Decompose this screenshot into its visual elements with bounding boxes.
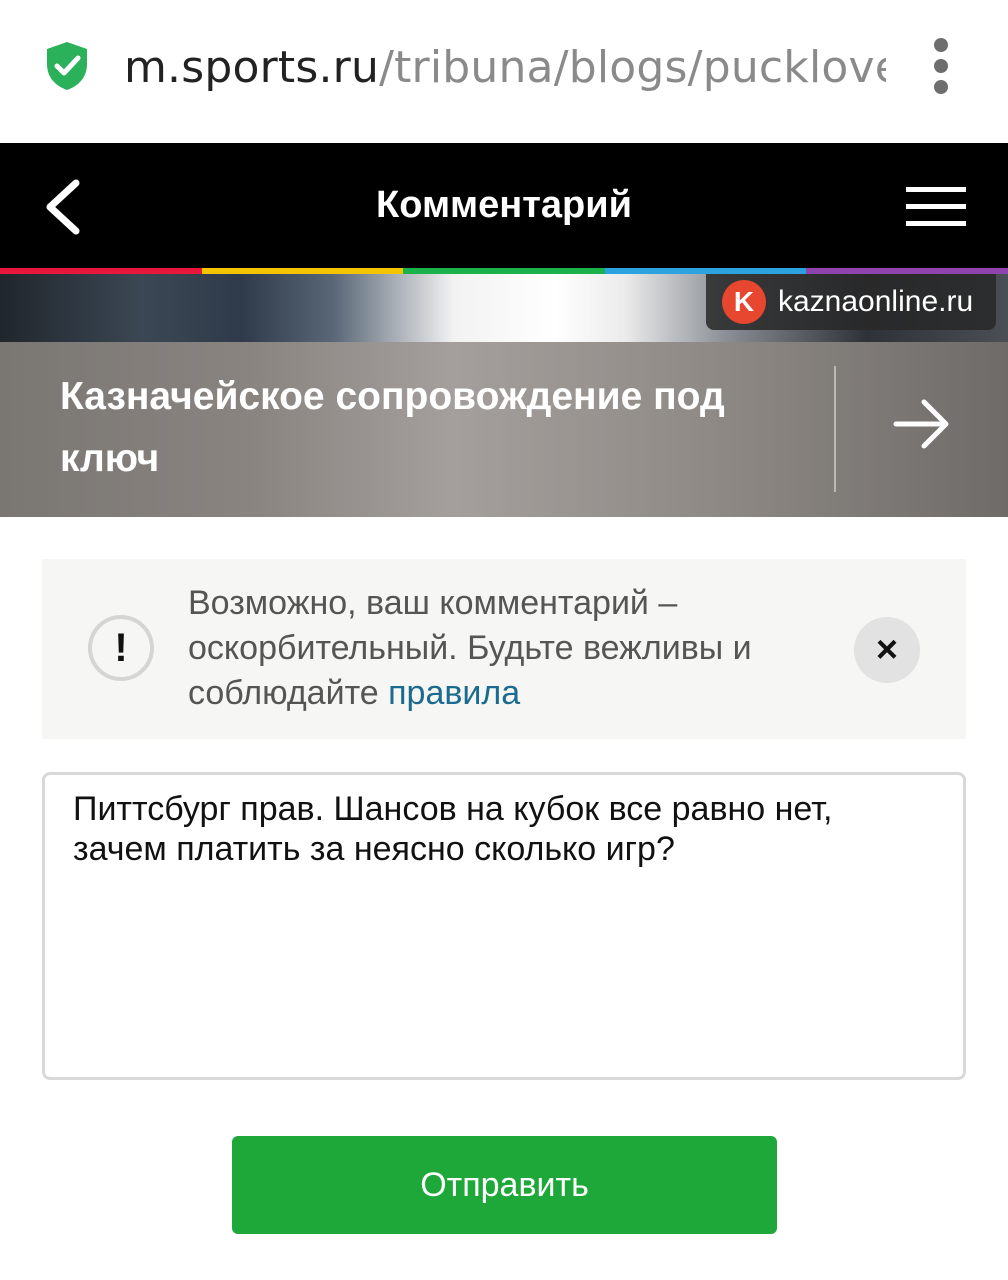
url-path: /tribuna/blogs/pucklover/3 [379,42,886,93]
url-field[interactable]: m.sports.ru/tribuna/blogs/pucklover/3 [124,38,886,98]
offensive-comment-notice: ! Возможно, ваш комментарий – оскорбител… [42,559,966,739]
rules-link[interactable]: правила [388,674,520,712]
ad-headline: Казначейское сопровождение под ключ [60,375,725,480]
ad-source-badge: K kaznaonline.ru [706,274,996,330]
comment-textarea[interactable]: Питтсбург прав. Шансов на кубок все равн… [42,772,966,1080]
kebab-icon[interactable] [926,38,956,94]
app-header: Комментарий [0,143,1008,268]
exclamation-icon: ! [88,615,154,681]
notice-message: Возможно, ваш комментарий – оскорбительн… [188,581,828,716]
hamburger-icon[interactable] [906,187,966,227]
page-title: Комментарий [376,184,632,226]
kazna-logo-icon: K [722,280,766,324]
ad-banner[interactable]: K kaznaonline.ru Казначейское сопровожде… [0,274,1008,517]
shield-check-icon [47,42,87,90]
submit-button[interactable]: Отправить [232,1136,777,1234]
ad-domain: kaznaonline.ru [778,285,974,318]
arrow-right-icon[interactable] [892,394,952,454]
close-icon[interactable]: × [854,617,920,683]
browser-url-bar: m.sports.ru/tribuna/blogs/pucklover/3 [0,0,1008,143]
ad-divider [834,366,836,492]
url-host: m.sports.ru [124,42,380,93]
